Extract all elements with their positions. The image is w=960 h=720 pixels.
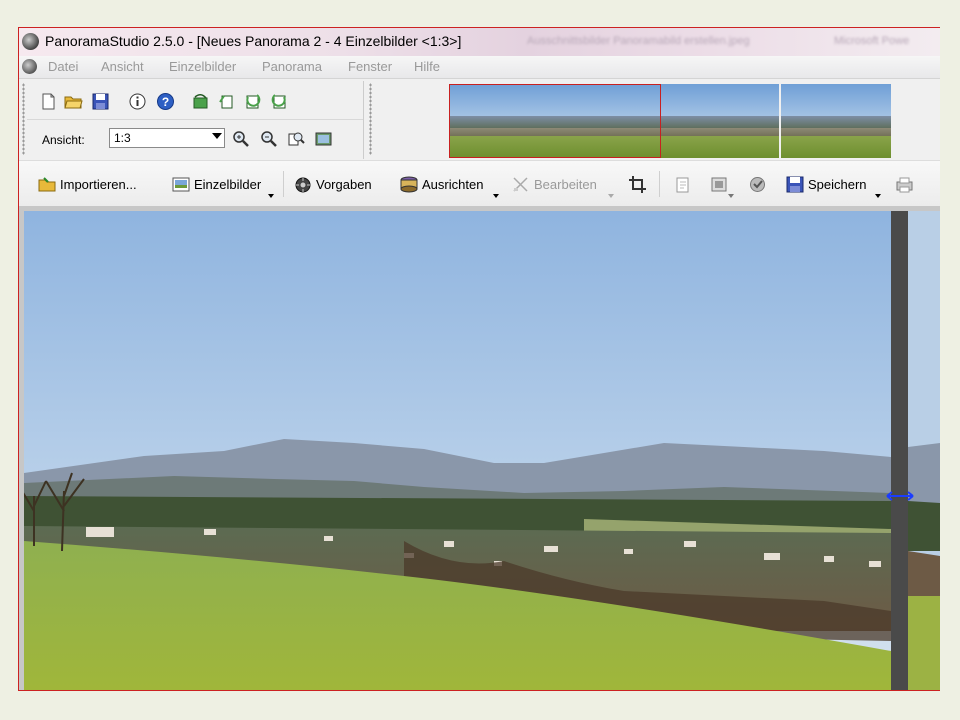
align-icon — [400, 176, 418, 192]
help-icon[interactable]: ? — [156, 92, 175, 111]
thumbnail-selection-frame[interactable] — [449, 84, 661, 158]
rotate-right-icon[interactable] — [217, 92, 236, 111]
presets-icon — [295, 177, 311, 192]
bearbeiten-label: Bearbeiten — [534, 176, 597, 192]
rotate-left-icon[interactable] — [191, 92, 210, 111]
rotate-cw-icon[interactable] — [243, 92, 262, 111]
tool-panel: ? Ansicht: 1:3 — [27, 81, 364, 159]
menu-panorama[interactable]: Panorama — [262, 59, 322, 74]
svg-text:?: ? — [162, 95, 169, 109]
menu-einzelbilder[interactable]: Einzelbilder — [169, 59, 236, 74]
save-icon — [786, 176, 804, 192]
image-seam-divider[interactable] — [891, 211, 908, 690]
bearbeiten-dropdown-icon[interactable] — [608, 194, 614, 198]
thumbnail-strip — [449, 84, 891, 158]
import-label: Importieren... — [60, 176, 137, 192]
rotate-ccw-icon[interactable] — [270, 92, 289, 111]
vorgaben-label: Vorgaben — [316, 176, 372, 192]
resize-handle-icon[interactable] — [885, 491, 915, 501]
zoom-in-icon[interactable] — [231, 129, 250, 148]
einzelbilder-button[interactable]: Einzelbilder — [172, 173, 261, 195]
panel-divider — [27, 119, 363, 120]
toolbar-separator-2 — [659, 171, 660, 197]
main-toolbar: Importieren... Einzelbilder Vorgaben Aus… — [19, 161, 940, 207]
stitch-icon[interactable] — [674, 175, 693, 194]
crop-icon[interactable] — [628, 175, 647, 194]
menu-hilfe[interactable]: Hilfe — [414, 59, 440, 74]
thumbnail-3[interactable] — [669, 84, 779, 158]
einzelbilder-label: Einzelbilder — [194, 176, 262, 192]
info-icon[interactable] — [128, 92, 147, 111]
background-window-title: Ausschnittsbilder Panoramabild erstellen… — [527, 35, 750, 47]
view-label: Ansicht: — [42, 133, 85, 147]
thumbnail-4[interactable] — [781, 84, 891, 158]
menu-ansicht[interactable]: Ansicht — [101, 59, 144, 74]
einzelbilder-dropdown-icon[interactable] — [268, 194, 274, 198]
app-window: PanoramaStudio 2.5.0 - [Neues Panorama 2… — [18, 27, 940, 691]
panorama-preview[interactable] — [24, 211, 891, 690]
window-title: PanoramaStudio 2.5.0 - [Neues Panorama 2… — [45, 33, 462, 49]
save-icon[interactable] — [91, 92, 110, 111]
print-icon[interactable] — [895, 175, 914, 194]
open-folder-icon[interactable] — [64, 92, 83, 111]
zoom-value: 1:3 — [114, 131, 131, 145]
edit-icon — [513, 176, 528, 192]
panel-grip-2[interactable] — [369, 83, 372, 155]
zoom-select[interactable]: 1:3 — [109, 128, 225, 148]
import-button[interactable]: Importieren... — [38, 173, 137, 195]
speichern-button[interactable]: Speichern — [786, 173, 867, 195]
import-icon — [38, 176, 56, 191]
images-icon — [172, 177, 190, 191]
fullscreen-icon[interactable] — [314, 129, 333, 148]
menu-fenster[interactable]: Fenster — [348, 59, 392, 74]
ausrichten-button[interactable]: Ausrichten — [400, 173, 483, 195]
panoramastudio-icon[interactable] — [22, 33, 39, 50]
menu-bar: Datei Ansicht Einzelbilder Panorama Fens… — [19, 56, 940, 79]
top-panel: ? Ansicht: 1:3 — [19, 79, 940, 161]
toolbar-separator — [283, 171, 284, 197]
ausrichten-dropdown-icon[interactable] — [493, 194, 499, 198]
panel-grip[interactable] — [22, 83, 25, 155]
bearbeiten-button[interactable]: Bearbeiten — [512, 173, 597, 195]
export-icon[interactable] — [710, 175, 729, 194]
new-document-icon[interactable] — [39, 92, 58, 111]
chevron-down-icon[interactable] — [212, 133, 222, 139]
vorgaben-button[interactable]: Vorgaben — [294, 173, 372, 195]
zoom-out-icon[interactable] — [259, 129, 278, 148]
title-bar[interactable]: PanoramaStudio 2.5.0 - [Neues Panorama 2… — [19, 28, 940, 56]
next-image-preview — [908, 211, 940, 690]
ausrichten-label: Ausrichten — [422, 176, 484, 192]
speichern-label: Speichern — [808, 176, 867, 192]
settings-icon[interactable] — [748, 175, 767, 194]
speichern-dropdown-icon[interactable] — [875, 194, 881, 198]
zoom-fit-icon[interactable] — [287, 129, 306, 148]
panorama-workspace — [19, 206, 940, 690]
system-menu-icon[interactable] — [22, 59, 37, 74]
export-dropdown-icon[interactable] — [728, 194, 734, 198]
menu-datei[interactable]: Datei — [48, 59, 78, 74]
background-window-title-2: Microsoft Powe — [834, 35, 910, 47]
